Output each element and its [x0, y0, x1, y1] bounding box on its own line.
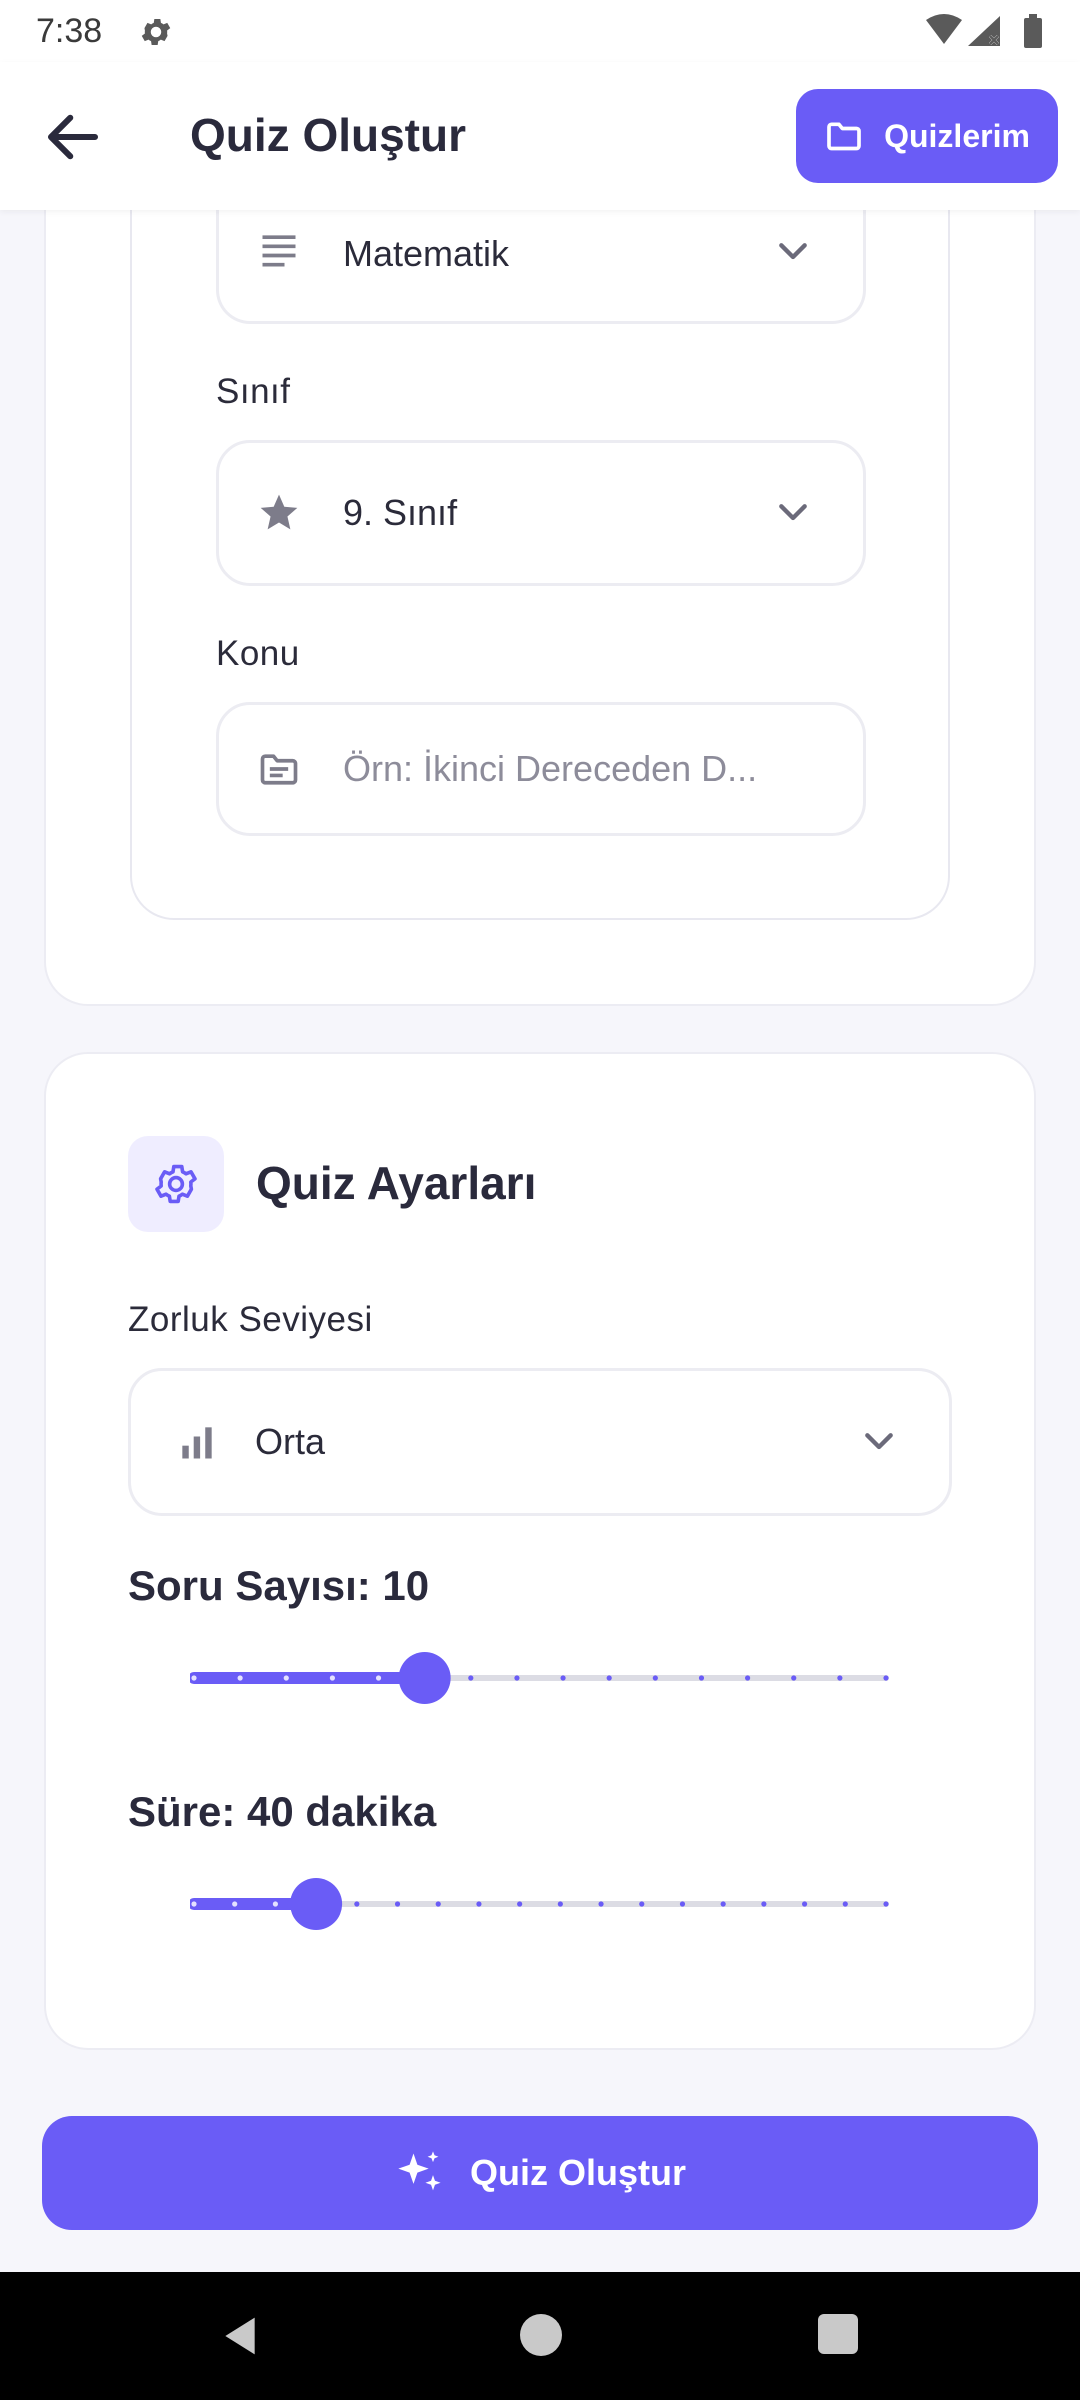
app-bar: Quiz Oluştur Quizlerim: [0, 62, 1080, 210]
grade-value: 9. Sınıf: [343, 492, 458, 533]
status-icons: [926, 14, 1042, 48]
nav-home-icon[interactable]: [520, 2314, 562, 2356]
nav-back-icon[interactable]: [218, 2314, 262, 2358]
nav-recents-icon[interactable]: [818, 2314, 858, 2354]
star-icon: [260, 494, 298, 530]
chevron-down-icon: [779, 243, 807, 260]
slider-tick: [237, 1675, 243, 1681]
grade-label: Sınıf: [216, 372, 291, 411]
slider-tick: [394, 1901, 401, 1907]
slider-tick: [435, 1901, 441, 1907]
grade-dropdown[interactable]: 9. Sınıf: [216, 440, 866, 586]
slider-tick: [476, 1901, 482, 1907]
slider-tick: [375, 1675, 382, 1681]
gear-icon: [141, 18, 171, 46]
slider-tick: [557, 1901, 563, 1907]
slider-tick: [517, 1901, 523, 1907]
question-count-slider[interactable]: [190, 1650, 890, 1706]
slider-tick: [842, 1901, 848, 1907]
slider-tick: [801, 1901, 808, 1907]
gear-icon: [155, 1164, 197, 1204]
slider-tick: [761, 1901, 767, 1907]
slider-tick: [272, 1901, 279, 1907]
create-quiz-label: Quiz Oluştur: [470, 2152, 686, 2193]
topic-placeholder: Örn: İkinci Dereceden D...: [343, 748, 758, 789]
slider-tick: [329, 1675, 335, 1681]
slider-tick: [883, 1901, 889, 1907]
slider-thumb: [398, 1652, 451, 1704]
slider-tick: [720, 1901, 726, 1907]
back-arrow-icon[interactable]: [40, 104, 106, 170]
my-quizzes-label: Quizlerim: [884, 117, 1030, 154]
slider-tick: [652, 1675, 658, 1681]
folder-note-icon: [260, 754, 298, 785]
slider-tick: [283, 1675, 289, 1681]
chevron-down-icon: [865, 1433, 893, 1450]
difficulty-value: Orta: [255, 1421, 326, 1462]
duration-label: Süre: 40 dakika: [128, 1788, 437, 1835]
battery-icon: [1024, 18, 1042, 48]
slider-tick: [791, 1675, 797, 1681]
create-quiz-button[interactable]: Quiz Oluştur: [42, 2116, 1038, 2230]
my-quizzes-button[interactable]: Quizlerim: [796, 89, 1058, 183]
slider-tick: [606, 1675, 612, 1681]
slider-tick: [598, 1901, 604, 1907]
subject-value: Matematik: [343, 233, 510, 274]
slider-tick: [191, 1675, 197, 1681]
bar-chart-icon: [182, 1427, 212, 1459]
topic-input[interactable]: Örn: İkinci Dereceden D...: [216, 702, 866, 836]
slider-tick: [560, 1675, 566, 1681]
settings-title: Quiz Ayarları: [256, 1157, 537, 1209]
slider-tick: [191, 1901, 197, 1907]
slider-tick: [354, 1901, 360, 1907]
chevron-down-icon: [779, 504, 807, 521]
status-bar: 7:38: [0, 0, 1080, 62]
settings-icon-box: [128, 1136, 224, 1232]
slider-tick: [232, 1901, 238, 1907]
slider-tick: [745, 1675, 751, 1681]
slider-tick: [639, 1901, 645, 1907]
page-title: Quiz Oluştur: [190, 109, 466, 161]
slider-tick: [468, 1675, 474, 1681]
topic-label: Konu: [216, 634, 300, 673]
sparkles-icon: [398, 2151, 441, 2191]
slider-thumb: [290, 1878, 343, 1930]
wifi-icon: [926, 14, 962, 44]
system-nav-bar: [0, 2272, 1080, 2400]
slider-tick: [514, 1675, 520, 1681]
list-lines-icon: [262, 234, 296, 266]
folder-icon: [827, 122, 861, 151]
slider-tick: [679, 1901, 686, 1907]
slider-tick: [698, 1675, 705, 1681]
duration-slider[interactable]: [190, 1876, 890, 1932]
status-time: 7:38: [36, 12, 103, 50]
question-count-label: Soru Sayısı: 10: [128, 1562, 430, 1609]
slider-tick: [883, 1675, 889, 1681]
slider-tick: [837, 1675, 843, 1681]
difficulty-dropdown[interactable]: Orta: [128, 1368, 952, 1516]
difficulty-label: Zorluk Seviyesi: [128, 1300, 373, 1339]
